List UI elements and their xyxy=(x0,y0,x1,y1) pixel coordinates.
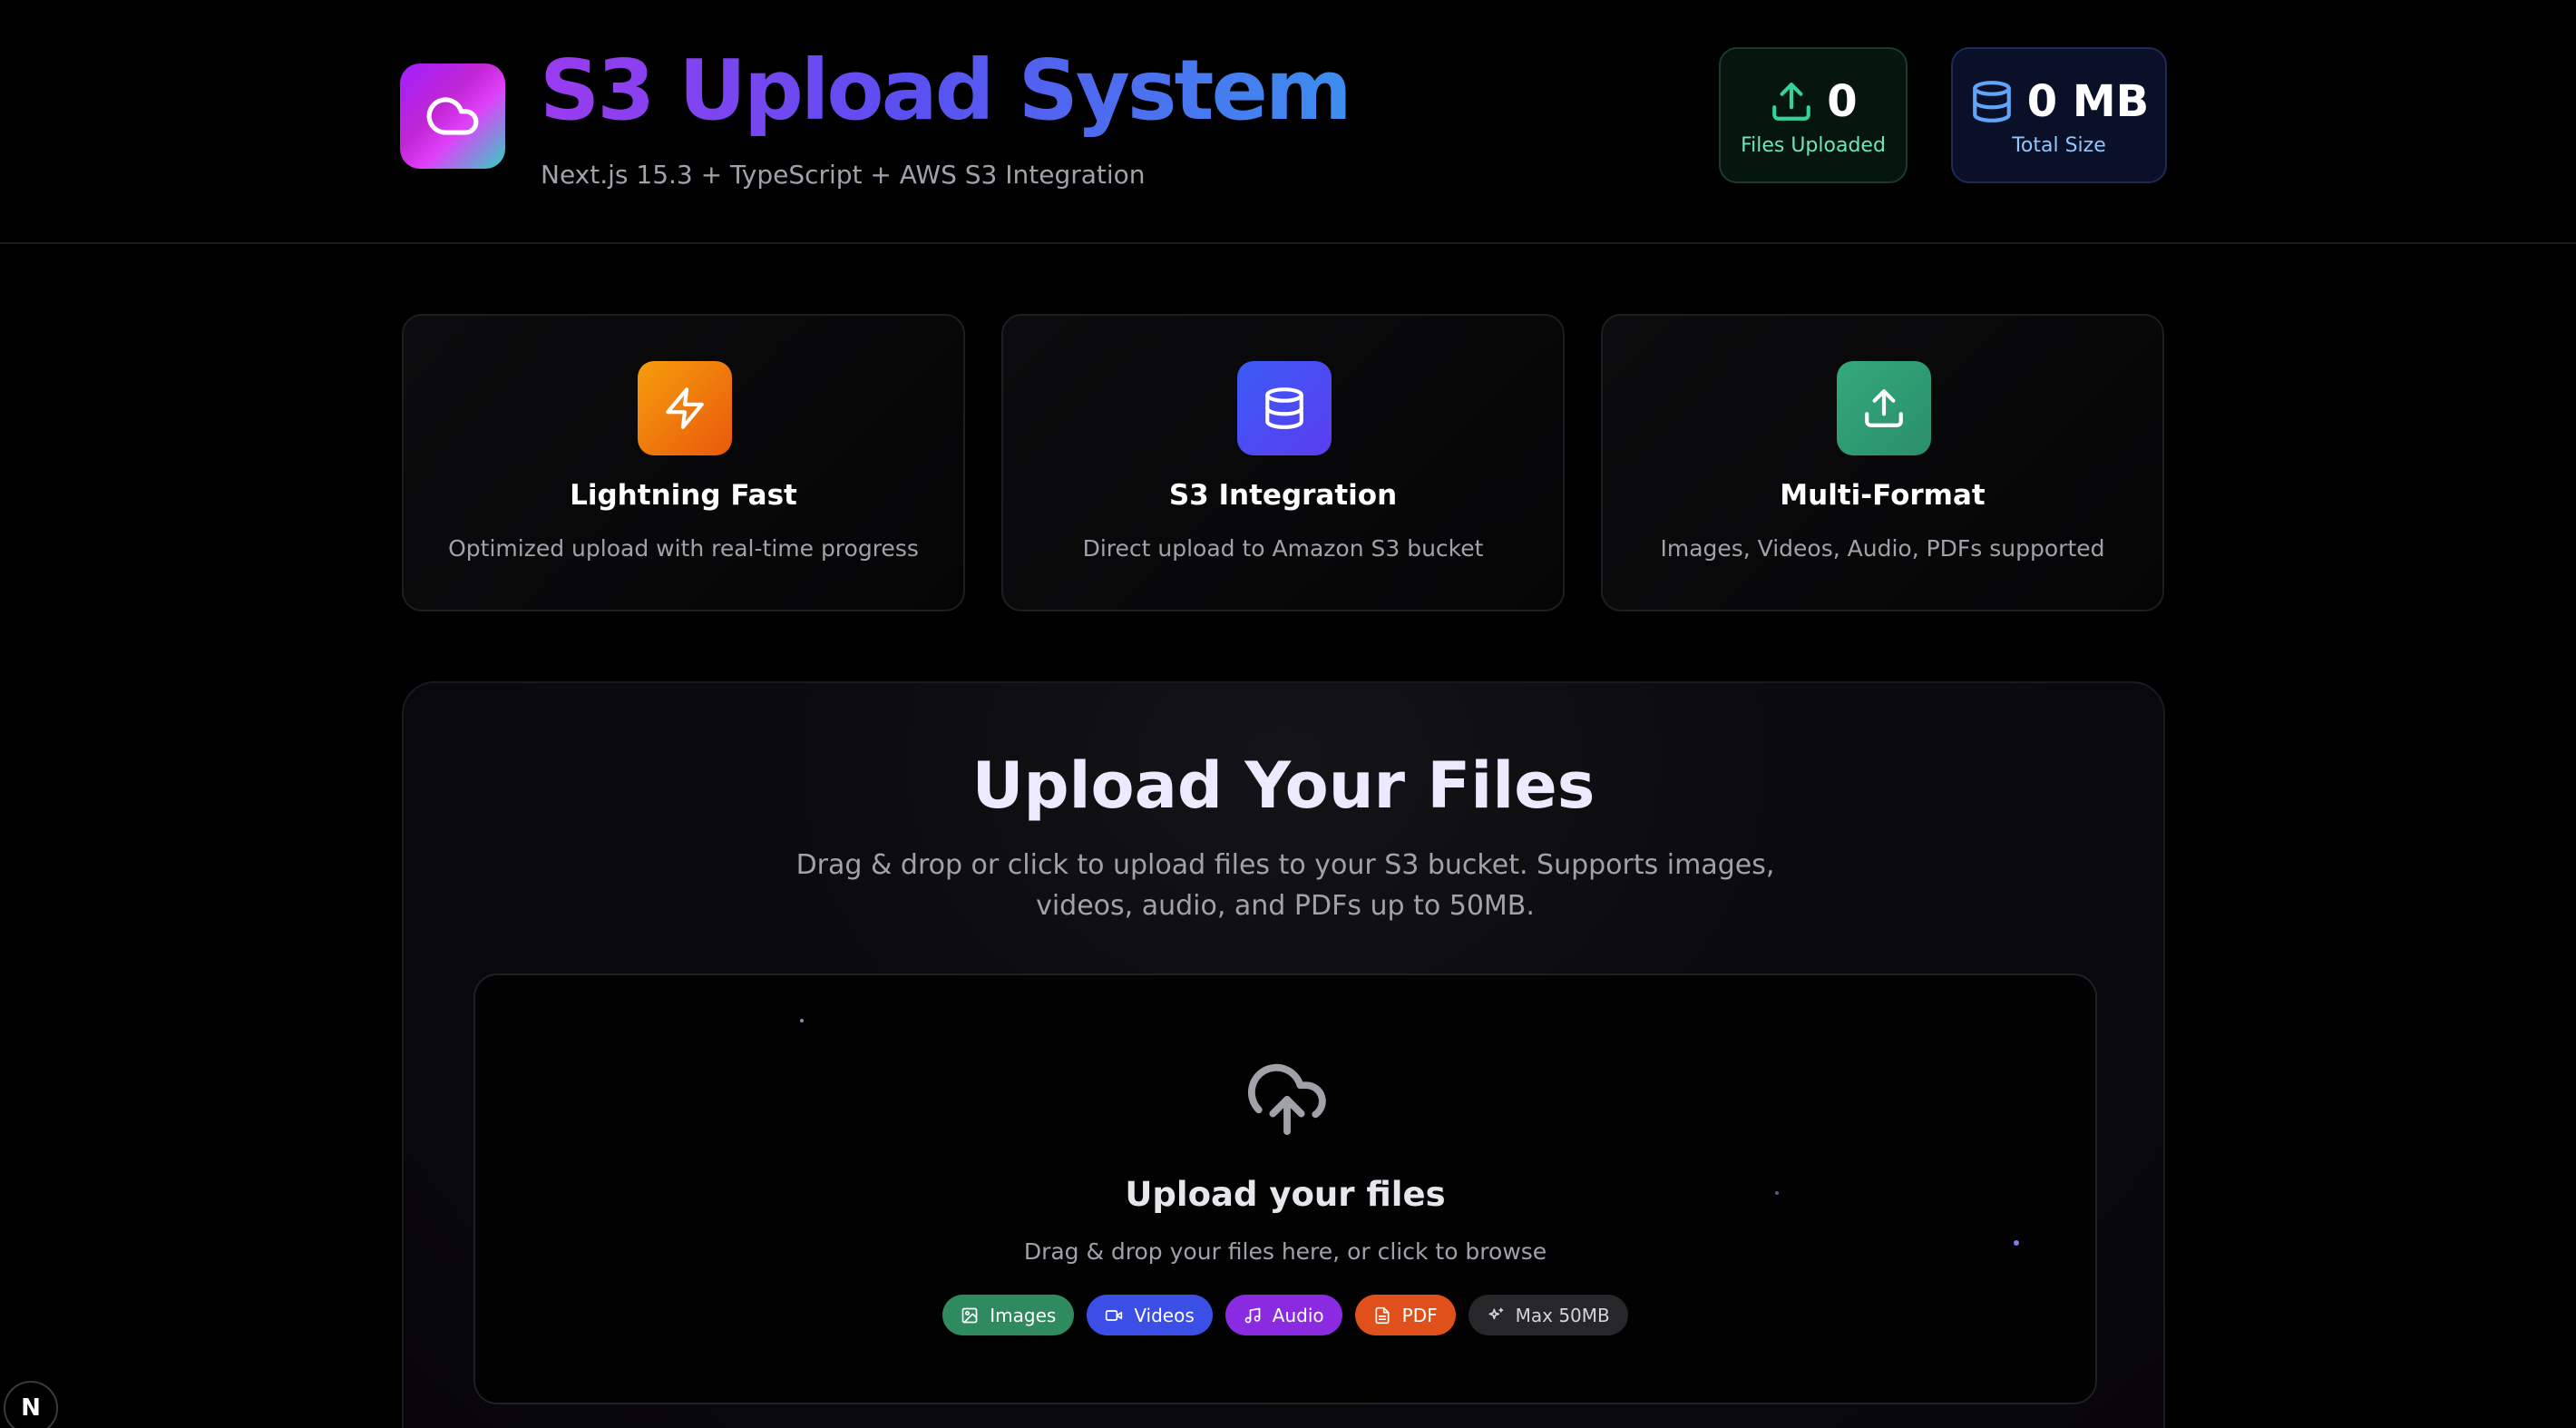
page-subtitle: Next.js 15.3 + TypeScript + AWS S3 Integ… xyxy=(541,160,1146,190)
nextjs-devtools-button[interactable]: N xyxy=(4,1381,58,1428)
file-dropzone[interactable]: Upload your files Drag & drop your files… xyxy=(473,973,2097,1404)
lightning-icon xyxy=(666,387,704,429)
upload-section-title: Upload Your Files xyxy=(971,748,1595,823)
format-chip-pdf: PDF xyxy=(1354,1295,1456,1335)
dropzone-description: Drag & drop your files here, or click to… xyxy=(1023,1238,1547,1265)
feature-title: Multi-Format xyxy=(1780,479,1986,512)
chip-label: Audio xyxy=(1272,1304,1324,1326)
app-logo xyxy=(400,64,505,169)
total-size-label: Total Size xyxy=(2012,133,2106,157)
feature-card-multi-format: Multi-Format Images, Videos, Audio, PDFs… xyxy=(1601,314,2164,611)
sparkle-icon xyxy=(1488,1307,1503,1319)
format-chip-max-size: Max 50MB xyxy=(1468,1295,1628,1335)
image-icon xyxy=(961,1307,978,1323)
upload-section-description: Drag & drop or click to upload files to … xyxy=(795,849,1775,922)
feature-card-lightning-fast: Lightning Fast Optimized upload with rea… xyxy=(402,314,965,611)
upload-icon xyxy=(1772,82,1811,121)
total-size-stat: 0 MB Total Size xyxy=(1951,47,2167,183)
feature-description: Direct upload to Amazon S3 bucket xyxy=(1082,535,1484,562)
files-uploaded-value: 0 xyxy=(1827,75,1858,127)
cloud-upload-icon xyxy=(1247,1063,1326,1135)
devtools-badge-label: N xyxy=(21,1394,41,1422)
chip-label: Max 50MB xyxy=(1515,1304,1610,1326)
feature-description: Optimized upload with real-time progress xyxy=(448,535,919,562)
feature-icon-tile xyxy=(1837,361,1931,455)
upload-icon xyxy=(1865,389,1903,427)
files-uploaded-stat: 0 Files Uploaded xyxy=(1719,47,1908,183)
dropzone-title: Upload your files xyxy=(1125,1175,1446,1214)
upload-section: Upload Your Files Drag & drop or click t… xyxy=(402,681,2165,1428)
format-chip-audio: Audio xyxy=(1225,1295,1342,1335)
feature-card-s3-integration: S3 Integration Direct upload to Amazon S… xyxy=(1001,314,1565,611)
feature-icon-tile xyxy=(1237,361,1332,455)
format-chip-images: Images xyxy=(942,1295,1075,1335)
supported-formats: Images Videos Audio PDF Max 50MB xyxy=(475,1295,2095,1335)
music-icon xyxy=(1244,1307,1261,1323)
video-icon xyxy=(1106,1309,1123,1321)
database-icon xyxy=(1972,80,2011,122)
total-size-value: 0 MB xyxy=(2026,75,2150,127)
feature-description: Images, Videos, Audio, PDFs supported xyxy=(1660,535,2105,562)
feature-icon-tile xyxy=(638,361,732,455)
format-chip-videos: Videos xyxy=(1087,1295,1213,1335)
chip-label: PDF xyxy=(1401,1304,1438,1326)
chip-label: Images xyxy=(990,1304,1057,1326)
cloud-icon xyxy=(426,97,479,135)
file-icon xyxy=(1375,1306,1390,1324)
chip-label: Videos xyxy=(1134,1304,1195,1326)
feature-title: S3 Integration xyxy=(1168,479,1398,512)
database-icon xyxy=(1265,387,1303,429)
files-uploaded-label: Files Uploaded xyxy=(1741,133,1886,157)
decorative-sparkle xyxy=(800,1019,804,1022)
page-title: S3 Upload System xyxy=(540,40,1352,142)
feature-title: Lightning Fast xyxy=(570,479,797,512)
header: S3 Upload System Next.js 15.3 + TypeScri… xyxy=(0,0,2576,244)
